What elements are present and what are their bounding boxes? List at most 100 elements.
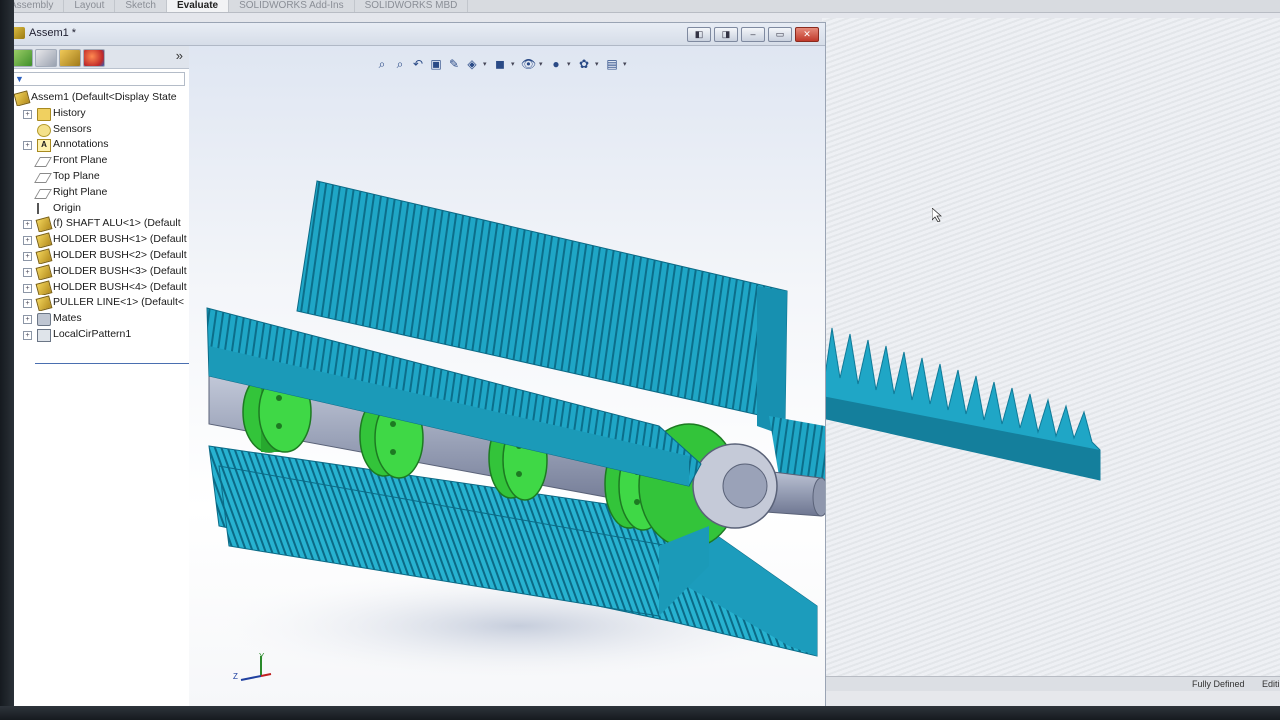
solidworks-screen: Assembly Layout Sketch Evaluate SOLIDWOR… — [0, 0, 1280, 712]
display-manager-tab-icon[interactable] — [83, 49, 105, 67]
tree-item-label: LocalCirPattern1 — [53, 327, 132, 340]
tree-expander-icon[interactable]: + — [23, 267, 32, 277]
tree-item-label: Right Plane — [53, 185, 108, 198]
minimize-button[interactable]: – — [741, 27, 765, 42]
history-folder-icon — [37, 107, 51, 121]
mouse-cursor-icon — [932, 208, 942, 222]
tree-item[interactable]: + HOLDER BUSH<2> (Default — [5, 248, 189, 264]
expand-panel-icon[interactable]: » — [176, 48, 183, 63]
status-bar: Fully Defined Editing A — [822, 676, 1280, 691]
part-icon — [35, 216, 53, 233]
monitor-bezel-left — [0, 0, 14, 720]
tree-item[interactable]: + LocalCirPattern1 — [5, 327, 189, 343]
shaft-end-face — [812, 477, 825, 517]
pattern-icon — [37, 328, 51, 342]
tab-layout[interactable]: Layout — [64, 0, 116, 12]
monitor-bezel-bottom — [0, 706, 1280, 720]
close-button[interactable]: ✕ — [795, 27, 819, 42]
tree-expander-icon[interactable]: + — [23, 283, 32, 293]
annotation-icon: A — [37, 139, 51, 153]
tree-item-label: HOLDER BUSH<3> (Default — [53, 264, 187, 277]
reference-triad: Y Z — [229, 646, 273, 686]
document-title: Assem1 * — [29, 27, 77, 39]
origin-icon — [37, 202, 39, 214]
tab-sketch[interactable]: Sketch — [115, 0, 167, 12]
tab-solidworks-mbd[interactable]: SOLIDWORKS MBD — [355, 0, 469, 12]
triad-y-label: Y — [259, 652, 265, 661]
tree-expander-icon[interactable]: + — [23, 109, 32, 119]
status-editing: Editing A — [1262, 679, 1280, 689]
tree-item[interactable]: Assem1 (Default<Display State — [5, 90, 189, 106]
command-manager-tabs: Assembly Layout Sketch Evaluate SOLIDWOR… — [0, 0, 1280, 13]
tree-item-label: HOLDER BUSH<4> (Default — [53, 280, 187, 293]
tree-item-label: (f) SHAFT ALU<1> (Default — [53, 217, 181, 230]
tree-item[interactable]: + A Annotations — [5, 137, 189, 153]
tree-item[interactable]: Sensors — [5, 122, 189, 138]
tree-item[interactable]: Origin — [5, 201, 189, 217]
tree-expander-icon[interactable]: + — [23, 315, 32, 325]
tree-item[interactable]: Right Plane — [5, 185, 189, 201]
plane-icon — [34, 188, 52, 199]
tree-item[interactable]: Top Plane — [5, 169, 189, 185]
tab-evaluate[interactable]: Evaluate — [166, 0, 230, 12]
part-icon — [35, 295, 53, 312]
part-icon — [35, 279, 53, 296]
sensor-icon — [37, 123, 51, 137]
tab-solidworks-add-ins[interactable]: SOLIDWORKS Add-Ins — [229, 0, 355, 12]
tree-expander-icon[interactable]: + — [23, 220, 32, 230]
tree-expander-icon[interactable]: + — [23, 141, 32, 151]
tree-item[interactable]: + (f) SHAFT ALU<1> (Default — [5, 216, 189, 233]
tree-expander-icon[interactable]: + — [23, 330, 32, 340]
mates-icon — [37, 313, 51, 327]
tree-item-label: Origin — [53, 201, 82, 214]
triad-z-label: Z — [233, 672, 238, 681]
tree-item-label: HOLDER BUSH<1> (Default — [53, 233, 187, 246]
tree-item-label: HOLDER BUSH<2> (Default — [53, 248, 187, 261]
feature-tree: Assem1 (Default<Display State + History Sen… — [5, 90, 189, 343]
part-icon — [35, 232, 53, 248]
tree-item-label: Mates — [53, 312, 82, 325]
plane-icon — [34, 172, 52, 183]
tree-item-label: Sensors — [53, 122, 92, 135]
tree-item-label: Annotations — [53, 138, 109, 151]
document-titlebar[interactable]: Assem1 * ◧ ◨ – ▭ ✕ — [5, 23, 825, 46]
tree-expander-icon[interactable]: + — [23, 299, 32, 309]
tree-item[interactable]: + HOLDER BUSH<1> (Default — [5, 232, 189, 248]
maximize-button[interactable]: ▭ — [768, 27, 792, 42]
configuration-manager-tab-icon[interactable] — [59, 49, 81, 67]
tree-item-label: Front Plane — [53, 154, 108, 167]
feature-manager-tree-tab-icon[interactable] — [11, 49, 33, 67]
graphics-area[interactable]: ⌕ ⌕ ↶ ▣ ✎ ◈ ▾ ◼ ▾ 👁 ▾ ● ▾ ✿ ▾ ▤ ▾ Y Z — [189, 46, 825, 707]
property-manager-tab-icon[interactable] — [35, 49, 57, 67]
tree-item[interactable]: + History — [5, 106, 189, 122]
tree-filter-input[interactable]: ▼ — [11, 72, 185, 86]
background-graphics-area — [822, 18, 1280, 688]
status-defined: Fully Defined — [1192, 679, 1245, 689]
feature-manager-panel: » ▼ Assem1 (Default<Display State + Histor… — [5, 46, 190, 707]
feature-manager-tabs: » — [5, 46, 189, 69]
tree-item[interactable]: + Mates — [5, 311, 189, 327]
tree-expander-icon[interactable]: + — [23, 251, 32, 261]
filter-icon: ▼ — [15, 74, 24, 84]
tree-item-label: Top Plane — [53, 169, 100, 182]
top-comb-plate-edge — [757, 286, 787, 436]
rack-part-background — [822, 327, 1101, 481]
tree-item[interactable]: + HOLDER BUSH<3> (Default — [5, 264, 189, 280]
tile-right-button[interactable]: ◨ — [714, 27, 738, 42]
assembly-document-window: Assem1 * ◧ ◨ – ▭ ✕ » ▼ Assem1 (Default<D… — [4, 22, 826, 708]
assembly-icon — [13, 90, 31, 106]
tree-item[interactable]: + HOLDER BUSH<4> (Default — [5, 279, 189, 296]
tree-item-label: History — [53, 106, 86, 119]
tree-expander-icon[interactable]: + — [23, 236, 32, 246]
plane-icon — [34, 157, 52, 168]
tree-item[interactable]: Front Plane — [5, 153, 189, 169]
window-buttons: ◧ ◨ – ▭ ✕ — [687, 27, 819, 42]
tree-item-label: PULLER LINE<1> (Default< — [53, 296, 185, 309]
tree-rollback-bar[interactable] — [35, 363, 205, 364]
tree-item-label: Assem1 (Default<Display State — [31, 91, 177, 103]
tree-item[interactable]: + PULLER LINE<1> (Default< — [5, 295, 189, 312]
tile-left-button[interactable]: ◧ — [687, 27, 711, 42]
part-icon — [35, 248, 53, 264]
part-icon — [35, 264, 53, 280]
assembly-model-render — [189, 180, 825, 686]
